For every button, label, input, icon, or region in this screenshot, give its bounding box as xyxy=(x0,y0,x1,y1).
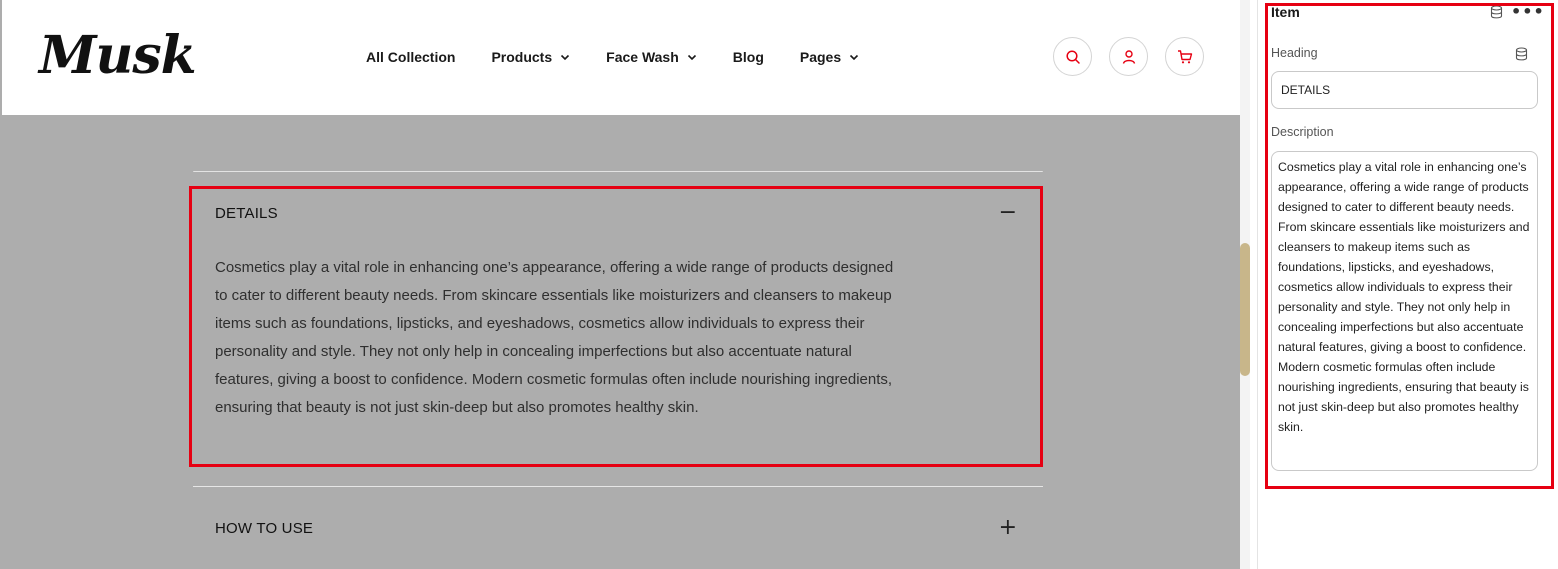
cart-button[interactable] xyxy=(1165,37,1204,76)
nav-item-pages[interactable]: Pages xyxy=(800,46,859,68)
main-nav: All Collection Products Face Wash Blog P… xyxy=(366,46,895,68)
accordion-title[interactable]: HOW TO USE xyxy=(215,520,313,537)
database-icon[interactable] xyxy=(1490,5,1503,19)
preview-scrollbar-thumb[interactable] xyxy=(1240,243,1250,376)
expand-icon[interactable]: + xyxy=(999,517,1017,539)
nav-label: All Collection xyxy=(366,49,456,65)
more-options-icon[interactable]: ••• xyxy=(1511,2,1545,21)
nav-item-blog[interactable]: Blog xyxy=(733,46,764,68)
accordion-description: Cosmetics play a vital role in enhancing… xyxy=(215,259,894,416)
nav-label: Blog xyxy=(732,49,764,65)
accordion-title[interactable]: DETAILS xyxy=(215,205,278,222)
search-icon xyxy=(1065,49,1080,64)
site-logo[interactable]: Musk xyxy=(39,24,197,88)
search-button[interactable] xyxy=(1053,37,1092,76)
nav-label: Face Wash xyxy=(606,49,679,65)
accordion-top-border xyxy=(193,171,1043,172)
heading-label: Heading xyxy=(1271,46,1318,60)
description-label: Description xyxy=(1271,125,1334,139)
accordion-item-details: DETAILS − Cosmetics play a vital role in… xyxy=(193,188,1043,463)
site-header: Musk All Collection Products Face Wash B… xyxy=(2,0,1240,115)
cart-icon xyxy=(1177,49,1192,63)
database-icon[interactable] xyxy=(1515,47,1528,61)
user-icon xyxy=(1122,49,1135,64)
chevron-down-icon xyxy=(561,54,570,61)
accordion xyxy=(193,171,1043,172)
nav-label: Products xyxy=(491,49,553,65)
nav-label: Pages xyxy=(799,49,842,65)
description-textarea[interactable]: Cosmetics play a vital role in enhancing… xyxy=(1271,151,1538,471)
heading-input[interactable] xyxy=(1271,71,1538,109)
nav-item-face-wash[interactable]: Face Wash xyxy=(606,46,697,68)
accordion-item-how-to-use[interactable]: HOW TO USE + xyxy=(193,487,1043,569)
collapse-icon[interactable]: − xyxy=(999,202,1017,224)
store-preview: Musk All Collection Products Face Wash B… xyxy=(0,0,1240,569)
nav-item-all-collection[interactable]: All Collection xyxy=(366,46,455,68)
nav-item-products[interactable]: Products xyxy=(491,46,570,68)
panel-title: Item xyxy=(1271,4,1300,20)
chevron-down-icon xyxy=(850,54,859,61)
account-button[interactable] xyxy=(1109,37,1148,76)
chevron-down-icon xyxy=(687,54,696,61)
